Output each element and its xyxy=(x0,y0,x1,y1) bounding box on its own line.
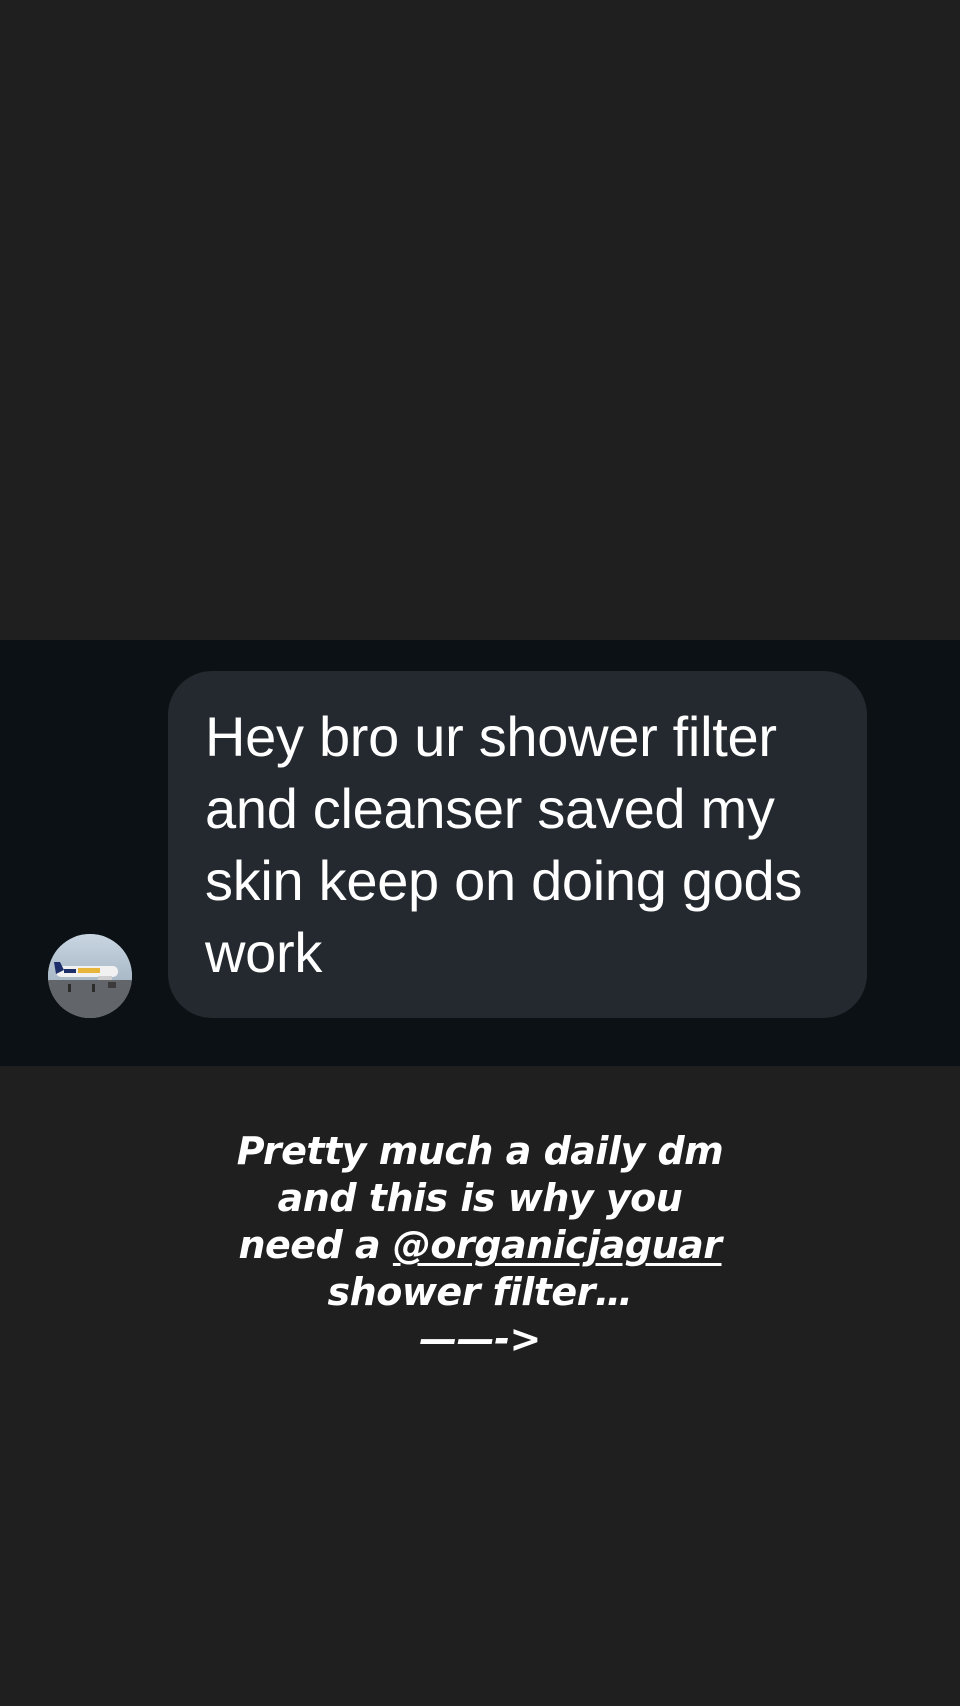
caption-line-3-prefix: need a xyxy=(238,1223,393,1267)
sender-avatar[interactable] xyxy=(48,934,132,1018)
caption-line-3: need a @organicjaguar xyxy=(180,1222,780,1269)
caption-arrow: ——-> xyxy=(419,1317,541,1361)
mention-link[interactable]: @organicjaguar xyxy=(393,1223,722,1267)
airplane-photo-icon xyxy=(48,934,132,1018)
caption-line-2: and this is why you xyxy=(277,1176,683,1220)
caption-line-4: shower filter… xyxy=(327,1270,633,1314)
caption-line-1: Pretty much a daily dm xyxy=(236,1129,724,1173)
message-bubble[interactable]: Hey bro ur shower filter and cleanser sa… xyxy=(168,671,867,1018)
message-text: Hey bro ur shower filter and cleanser sa… xyxy=(205,705,803,984)
story-caption: Pretty much a daily dm and this is why y… xyxy=(180,1128,780,1363)
